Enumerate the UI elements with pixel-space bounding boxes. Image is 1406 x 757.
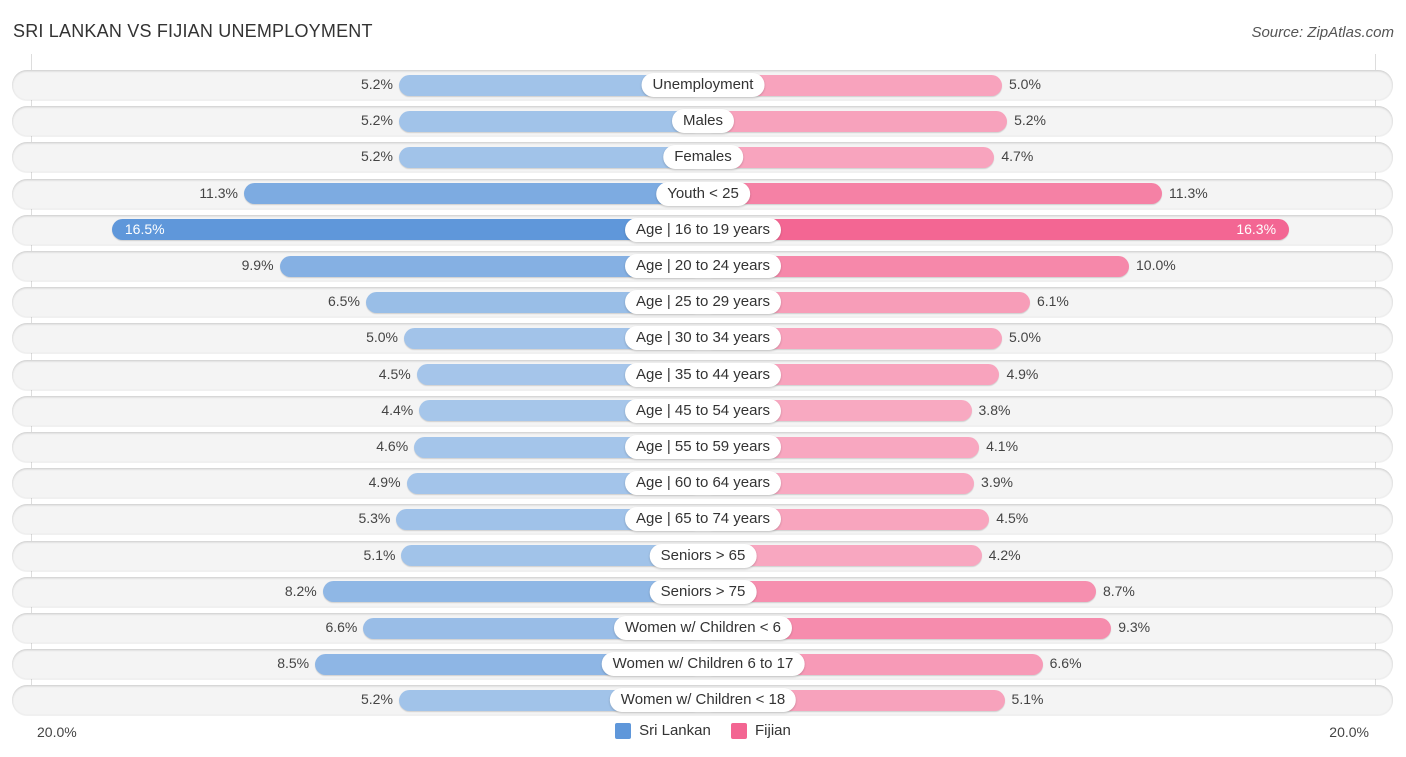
category-label: Age | 65 to 74 years (625, 507, 781, 532)
value-label-fijian: 4.2% (988, 546, 1021, 563)
chart-rows: 5.2% 5.0% Unemployment 5.2% 5.2% Males 5.2% 4.7… (0, 0, 1406, 757)
category-label: Youth < 25 (656, 181, 750, 206)
chart-row: 5.2% 5.1% Women w/ Children < 18 (12, 685, 1393, 716)
value-label-sri-lankan: 6.6% (325, 619, 358, 635)
bar-fijian[interactable] (703, 581, 1096, 603)
category-label: Women w/ Children < 6 (613, 616, 793, 640)
bar-fijian[interactable] (703, 183, 1163, 205)
category-label: Women w/ Children 6 to 17 (601, 652, 805, 677)
chart-row: 4.9% 3.9% Age | 60 to 64 years (12, 468, 1393, 499)
value-label-sri-lankan: 5.2% (361, 691, 393, 708)
bar-sri-lankan[interactable] (398, 110, 703, 132)
bar-sri-lankan[interactable] (243, 183, 703, 205)
value-label-fijian: 8.7% (1102, 582, 1135, 599)
value-label-sri-lankan: 4.6% (376, 438, 409, 454)
chart-row: 5.2% 5.2% Males (12, 106, 1393, 137)
bar-fijian[interactable] (703, 219, 1290, 241)
value-label-fijian: 4.1% (986, 438, 1019, 454)
chart-row: 8.5% 6.6% Women w/ Children 6 to 17 (12, 649, 1393, 680)
category-label: Seniors > 65 (649, 543, 757, 568)
bar-fijian[interactable] (703, 110, 1008, 132)
value-label-sri-lankan: 6.5% (327, 293, 360, 310)
category-label: Seniors > 75 (649, 579, 757, 604)
value-label-fijian: 4.5% (996, 510, 1029, 527)
chart-row: 4.6% 4.1% Age | 55 to 59 years (12, 432, 1393, 462)
value-label-fijian: 9.3% (1118, 619, 1151, 635)
value-label-sri-lankan: 4.4% (381, 401, 414, 418)
value-label-sri-lankan: 5.2% (361, 148, 393, 165)
legend-label-fijian: Fijian (755, 722, 791, 739)
value-label-sri-lankan: 11.3% (199, 184, 238, 201)
value-label-fijian: 10.0% (1136, 257, 1176, 273)
chart-row: 5.2% 4.7% Females (12, 142, 1393, 173)
chart-row: 16.5% 16.3% Age | 16 to 19 years (12, 214, 1393, 245)
chart-row: 6.5% 6.1% Age | 25 to 29 years (12, 287, 1393, 318)
value-label-fijian: 5.2% (1014, 112, 1046, 129)
value-label-sri-lankan: 5.0% (366, 329, 398, 346)
value-label-fijian: 6.1% (1036, 293, 1069, 310)
value-label-sri-lankan: 8.5% (277, 655, 310, 672)
chart-row: 5.1% 4.2% Seniors > 65 (12, 540, 1393, 571)
category-label: Age | 45 to 54 years (625, 398, 781, 423)
chart-row: 8.2% 8.7% Seniors > 75 (12, 576, 1393, 607)
chart-row: 5.3% 4.5% Age | 65 to 74 years (12, 504, 1393, 535)
legend-item-fijian[interactable]: Fijian (731, 722, 791, 739)
value-label-fijian: 6.6% (1049, 655, 1082, 672)
category-label: Age | 20 to 24 years (625, 254, 781, 278)
value-label-sri-lankan: 5.1% (363, 546, 396, 563)
legend-swatch-fijian (731, 722, 748, 739)
legend-item-sri-lankan[interactable]: Sri Lankan (615, 722, 711, 739)
value-label-sri-lankan: 16.5% (124, 220, 165, 237)
chart-row: 9.9% 10.0% Age | 20 to 24 years (12, 251, 1393, 281)
category-label: Women w/ Children < 18 (609, 688, 797, 713)
category-label: Unemployment (641, 73, 765, 97)
category-label: Age | 35 to 44 years (625, 362, 781, 387)
value-label-fijian: 3.8% (978, 401, 1011, 418)
category-label: Age | 60 to 64 years (625, 471, 781, 496)
chart-row: 5.2% 5.0% Unemployment (12, 70, 1393, 100)
value-label-sri-lankan: 4.9% (368, 474, 401, 491)
chart-row: 4.5% 4.9% Age | 35 to 44 years (12, 359, 1393, 390)
value-label-fijian: 4.7% (1001, 148, 1034, 165)
value-label-fijian: 11.3% (1169, 184, 1208, 201)
value-label-fijian: 5.1% (1011, 691, 1044, 708)
value-label-sri-lankan: 9.9% (241, 257, 274, 273)
value-label-fijian: 5.0% (1009, 76, 1041, 92)
bar-sri-lankan[interactable] (398, 146, 703, 168)
legend-label-sri-lankan: Sri Lankan (639, 722, 711, 739)
value-label-fijian: 4.9% (1006, 365, 1039, 382)
value-label-fijian: 5.0% (1009, 329, 1041, 346)
chart-row: 6.6% 9.3% Women w/ Children < 6 (12, 613, 1393, 643)
value-label-sri-lankan: 4.5% (378, 365, 411, 382)
value-label-sri-lankan: 5.2% (361, 76, 393, 92)
value-label-sri-lankan: 5.3% (358, 510, 391, 527)
value-label-sri-lankan: 8.2% (284, 582, 317, 599)
chart-row: 11.3% 11.3% Youth < 25 (12, 178, 1393, 209)
category-label: Females (663, 145, 743, 170)
category-label: Age | 55 to 59 years (625, 435, 781, 459)
category-label: Age | 30 to 34 years (625, 326, 781, 351)
legend-swatch-sri-lankan (615, 722, 632, 739)
value-label-fijian: 16.3% (1236, 220, 1277, 237)
legend: Sri Lankan Fijian (0, 722, 1406, 743)
category-label: Males (671, 109, 735, 134)
category-label: Age | 25 to 29 years (625, 290, 781, 315)
value-label-fijian: 3.9% (981, 474, 1013, 491)
value-label-sri-lankan: 5.2% (361, 112, 393, 129)
bar-fijian[interactable] (703, 146, 995, 168)
bar-sri-lankan[interactable] (322, 581, 703, 603)
chart-row: 5.0% 5.0% Age | 30 to 34 years (12, 323, 1393, 354)
chart-row: 4.4% 3.8% Age | 45 to 54 years (12, 395, 1393, 426)
bar-sri-lankan[interactable] (111, 219, 703, 241)
category-label: Age | 16 to 19 years (625, 217, 781, 242)
